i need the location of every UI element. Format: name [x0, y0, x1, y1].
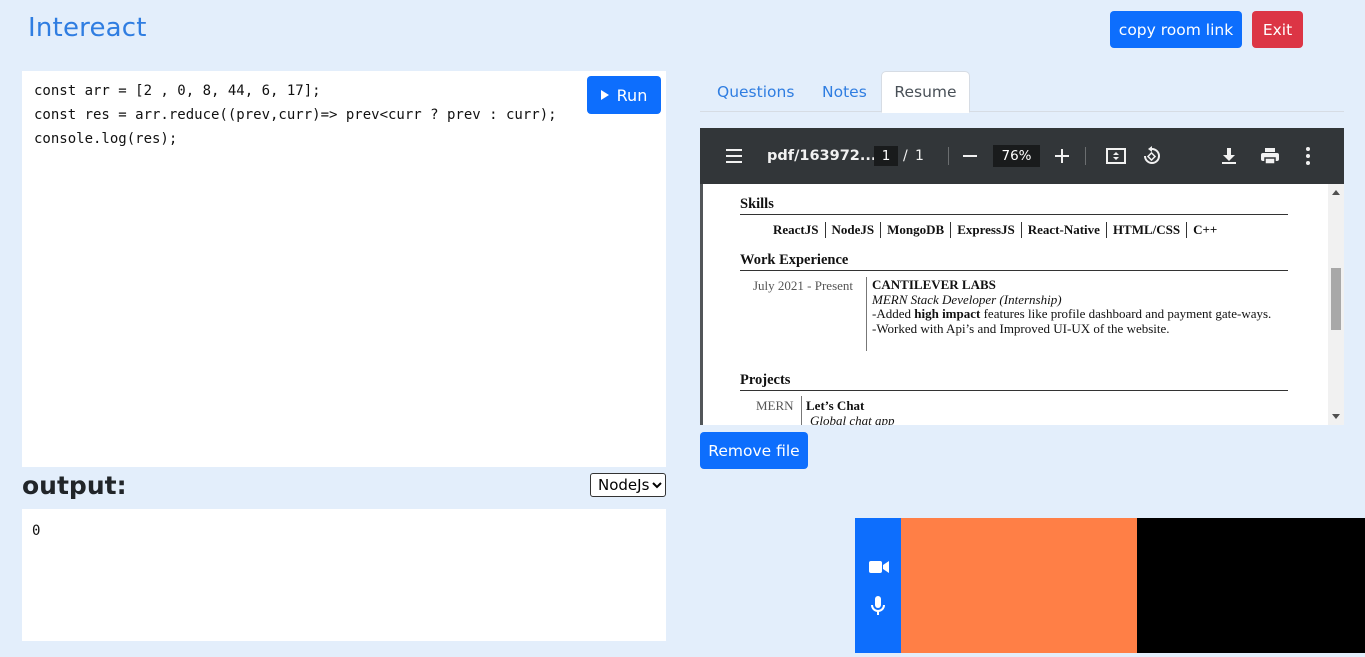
pdf-scrollbar[interactable]: [1328, 184, 1344, 425]
code-content[interactable]: const arr = [2 , 0, 8, 44, 6, 17]; const …: [34, 79, 557, 151]
skill-item: ReactJS: [773, 222, 826, 238]
toolbar-divider: [948, 147, 949, 165]
local-video: [901, 518, 1137, 653]
work-bullet: -Worked with Api’s and Improved UI-UX of…: [872, 320, 1170, 336]
page-total: 1: [915, 148, 924, 164]
resume-skills-heading: Skills: [740, 196, 1288, 215]
work-details: CANTILEVER LABS MERN Stack Developer (In…: [872, 277, 1292, 336]
print-icon[interactable]: [1260, 128, 1280, 184]
work-bullet-prefix: -Added: [872, 306, 915, 321]
work-date: July 2021 - Present: [753, 278, 854, 293]
camera-icon[interactable]: [869, 560, 889, 579]
tab-questions[interactable]: Questions: [717, 71, 794, 112]
zoom-in-icon[interactable]: [1055, 128, 1069, 184]
scroll-thumb[interactable]: [1331, 268, 1341, 330]
zoom-level-input[interactable]: 76%: [993, 145, 1040, 167]
tab-resume[interactable]: Resume: [881, 71, 970, 113]
project-desc: Global chat app: [810, 413, 895, 425]
work-bullet-bold: high impact: [914, 306, 981, 321]
scroll-up-arrow-icon[interactable]: [1332, 190, 1340, 195]
app-brand: Intereact: [28, 13, 147, 43]
skill-item: HTML/CSS: [1107, 222, 1188, 238]
work-company: CANTILEVER LABS: [872, 277, 996, 292]
toolbar-divider: [1085, 147, 1086, 165]
skill-item: React-Native: [1022, 222, 1107, 238]
download-icon[interactable]: [1221, 128, 1237, 184]
pdf-doc-name: pdf/163972...: [767, 148, 877, 164]
video-controls: [855, 518, 901, 653]
run-button-label: Run: [616, 85, 648, 105]
pdf-viewer: pdf/163972... 1 / 1 76% Skills ReactJS N…: [700, 128, 1344, 425]
skill-item: ExpressJS: [951, 222, 1022, 238]
remove-file-button[interactable]: Remove file: [700, 432, 808, 469]
project-tag: MERN: [756, 398, 794, 413]
fit-page-icon[interactable]: [1106, 128, 1126, 184]
skill-item: NodeJS: [826, 222, 882, 238]
output-text: 0: [32, 523, 41, 539]
remote-video: [1137, 518, 1365, 653]
work-divider: [866, 277, 867, 351]
menu-icon[interactable]: [725, 128, 743, 184]
output-label: output:: [22, 471, 127, 500]
work-bullet-suffix: features like profile dashboard and paym…: [980, 306, 1272, 321]
exit-button[interactable]: Exit: [1252, 11, 1303, 48]
project-name: Let’s Chat: [806, 398, 865, 413]
work-role: MERN Stack Developer (Internship): [872, 291, 1062, 307]
code-line: console.log(res);: [34, 131, 178, 147]
page-separator: /: [903, 148, 908, 164]
copy-room-link-button[interactable]: copy room link: [1110, 11, 1242, 48]
side-tabs: Questions Notes Resume: [700, 71, 1344, 113]
skill-item: C++: [1193, 222, 1218, 237]
pdf-page: Skills ReactJS NodeJS MongoDB ExpressJS …: [703, 184, 1328, 425]
zoom-out-icon[interactable]: [963, 128, 977, 184]
microphone-icon[interactable]: [870, 596, 886, 621]
run-button[interactable]: Run: [587, 76, 661, 114]
code-line: const arr = [2 , 0, 8, 44, 6, 17];: [34, 83, 321, 99]
work-bullet: -Added high impact features like profile…: [872, 306, 1292, 322]
page-number-input[interactable]: 1: [874, 146, 898, 166]
output-panel: 0: [22, 509, 666, 641]
resume-skills-list: ReactJS NodeJS MongoDB ExpressJS React-N…: [773, 222, 1223, 238]
more-icon[interactable]: [1306, 128, 1310, 184]
pdf-toolbar: pdf/163972... 1 / 1 76%: [700, 128, 1344, 184]
project-divider: [801, 396, 802, 425]
resume-work-heading: Work Experience: [740, 252, 1288, 271]
tab-notes[interactable]: Notes: [822, 71, 867, 112]
code-line: const res = arr.reduce((prev,curr)=> pre…: [34, 107, 557, 123]
language-select[interactable]: NodeJs: [590, 473, 666, 497]
code-editor[interactable]: const arr = [2 , 0, 8, 44, 6, 17]; const …: [22, 71, 666, 467]
play-icon: [600, 90, 609, 100]
resume-projects-heading: Projects: [740, 372, 1288, 391]
rotate-icon[interactable]: [1142, 128, 1162, 184]
scroll-down-arrow-icon[interactable]: [1332, 414, 1340, 419]
skill-item: MongoDB: [881, 222, 952, 238]
